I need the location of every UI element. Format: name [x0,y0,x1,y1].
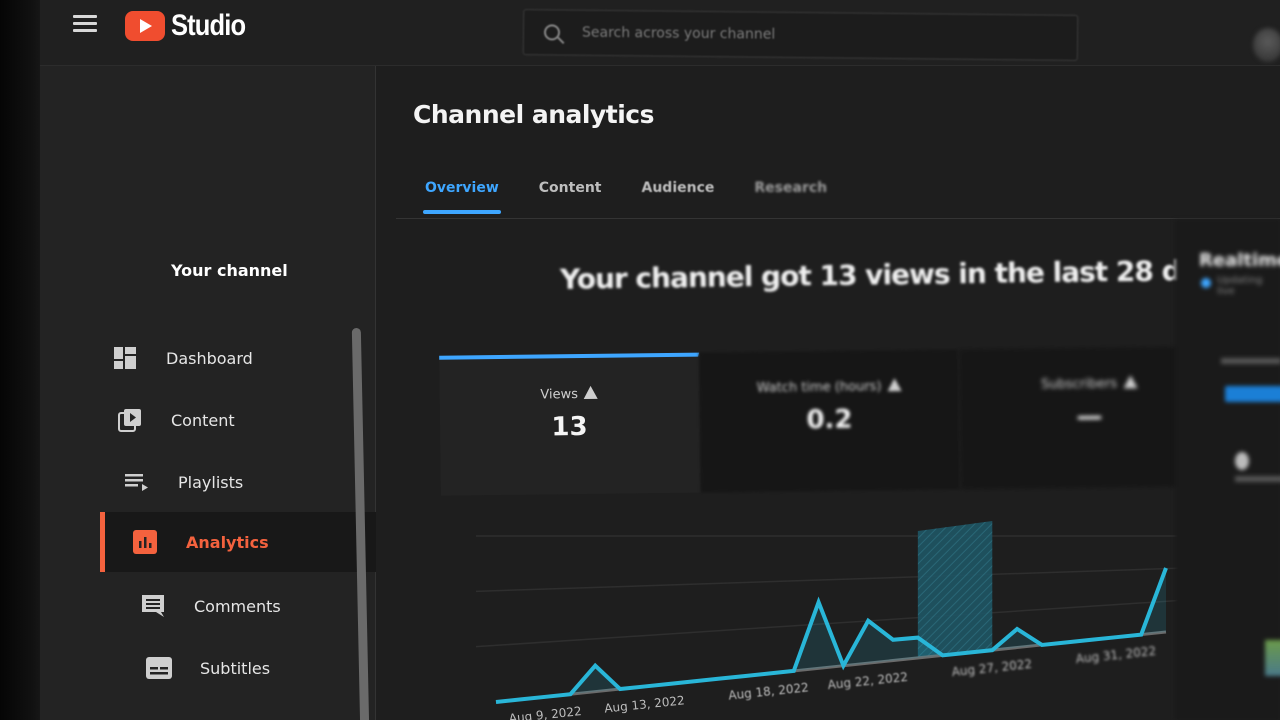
tab-content[interactable]: Content [539,180,602,214]
gridline [475,567,1187,593]
data-point [892,638,895,641]
data-point [1115,636,1118,639]
data-point [842,664,845,667]
sidebar-item-label: Playlists [178,472,244,492]
youtube-play-icon [125,11,165,41]
data-point [991,649,994,652]
realtime-count-label [1221,358,1280,364]
sidebar-item-subtitles[interactable]: Subtitles [134,638,412,698]
warning-icon [1122,375,1138,389]
channel-label: Your channel [171,261,288,280]
data-point [693,680,696,683]
warning-icon [887,378,902,392]
content-icon [117,408,143,432]
top-bar: Studio Search across your channel [40,0,1280,66]
data-point [519,698,522,701]
realtime-panel: Realtime Updating live [1175,220,1280,720]
tab-research[interactable]: Research [754,180,827,214]
data-point [1140,633,1143,636]
sidebar-item-label: Dashboard [166,348,253,368]
video-thumbnail[interactable] [1265,640,1280,676]
sidebar-item-label: Comments [194,596,281,616]
data-point [1040,643,1043,646]
views-chart[interactable]: Aug 9, 2022 Aug 13, 2022 Aug 18, 2022 Aug 2… [466,506,1226,720]
sidebar-item-analytics[interactable]: Analytics [100,512,378,572]
comments-icon [140,594,166,618]
sidebar-item-dashboard[interactable]: Dashboard [100,328,378,388]
realtime-title: Realtime [1199,250,1280,271]
metric-card-views[interactable]: Views 13 [439,352,701,496]
analytics-icon [132,530,158,554]
metric-card-watch-time[interactable]: Watch time (hours) 0.2 [699,349,961,493]
x-tick-label: Aug 18, 2022 [728,680,810,702]
page-title: Channel analytics [413,100,654,129]
tabs-divider [396,218,1280,219]
dashboard-icon [112,346,138,370]
sidebar-item-label: Content [171,410,235,430]
realtime-subtitle: Updating live [1217,275,1263,297]
realtime-button[interactable] [1225,386,1280,402]
person-icon [1235,452,1249,470]
data-point [966,651,969,654]
metric-label: Views [540,387,579,403]
x-tick-label: Aug 13, 2022 [604,693,686,715]
summary-headline: Your channel got 13 views in the last 28… [559,253,1231,296]
metric-label: Watch time (hours) [756,379,882,396]
data-point [569,693,572,696]
data-point [1090,638,1093,641]
metric-label: Subscribers [1040,376,1118,393]
x-tick-label: Aug 9, 2022 [508,704,582,720]
data-point [544,695,547,698]
sidebar-item-label: Subtitles [200,658,271,678]
data-point [767,672,770,675]
sidebar-item-label: Analytics [186,532,269,552]
brand-text: Studio [171,9,246,42]
data-point [619,688,622,691]
data-point [495,701,498,704]
studio-logo[interactable]: Studio [125,9,258,43]
data-point [643,685,646,688]
sidebar-item-playlists[interactable]: Playlists [112,452,390,512]
highlight-range [917,521,993,658]
data-point [743,675,746,678]
x-tick-label: Aug 22, 2022 [827,670,909,692]
menu-icon[interactable] [73,15,97,35]
data-point [792,669,795,672]
data-point [817,601,820,604]
avatar[interactable] [1253,28,1280,62]
search-placeholder: Search across your channel [581,24,776,43]
metric-cards: Views 13 Watch time (hours) 0.2 Subscrib… [439,346,1221,496]
playlists-icon [124,470,150,494]
tab-overview[interactable]: Overview [423,180,501,214]
data-point [1065,641,1068,644]
realtime-line [1235,476,1280,482]
metric-value: 13 [551,411,588,443]
studio-window: Studio Search across your channel Your c… [40,0,1280,720]
data-point [718,677,721,680]
data-point [916,636,919,639]
warning-icon [583,385,599,400]
data-point [867,619,870,622]
subtitles-icon [146,656,172,680]
data-point [941,654,944,657]
data-point [668,682,671,685]
data-point [594,664,597,667]
search-icon [543,24,561,41]
search-input[interactable]: Search across your channel [522,9,1079,61]
x-tick-label: Aug 31, 2022 [1075,644,1157,666]
sidebar: Your channel Dashboard Content Playlists [40,66,378,720]
main-content: Channel analytics Overview Content Audie… [376,66,1280,720]
tab-audience[interactable]: Audience [642,180,715,214]
active-indicator [100,512,105,572]
data-point [1165,567,1168,570]
sidebar-item-content[interactable]: Content [105,390,383,450]
data-point [1016,627,1019,630]
metric-value: 0.2 [806,404,853,436]
analytics-tabs: Overview Content Audience Research [423,180,867,214]
x-tick-label: Aug 27, 2022 [951,657,1033,679]
live-indicator-icon [1201,278,1211,288]
